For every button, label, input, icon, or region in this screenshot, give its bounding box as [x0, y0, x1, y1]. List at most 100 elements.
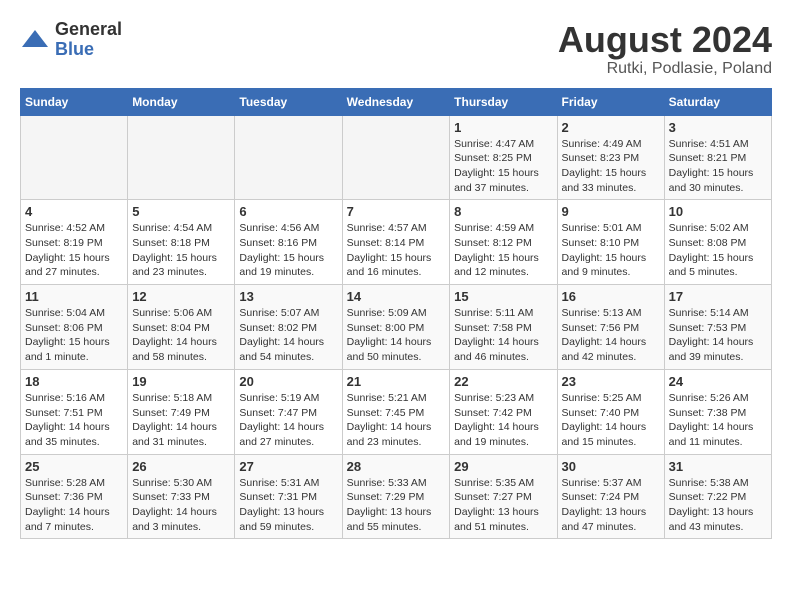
day-number: 22 [454, 374, 552, 389]
day-number: 5 [132, 204, 230, 219]
day-number: 1 [454, 120, 552, 135]
calendar-cell: 19 Sunrise: 5:18 AM Sunset: 7:49 PM Dayli… [128, 369, 235, 454]
day-info: Sunrise: 5:16 AM Sunset: 7:51 PM Dayligh… [25, 391, 123, 450]
logo: General Blue [20, 20, 122, 60]
day-number: 15 [454, 289, 552, 304]
day-number: 13 [239, 289, 337, 304]
calendar-header: SundayMondayTuesdayWednesdayThursdayFrid… [21, 88, 772, 115]
calendar-cell: 15 Sunrise: 5:11 AM Sunset: 7:58 PM Dayli… [450, 285, 557, 370]
main-title: August 2024 [558, 20, 772, 60]
day-number: 25 [25, 459, 123, 474]
logo-text: General Blue [55, 20, 122, 60]
calendar-cell [342, 115, 450, 200]
calendar-cell: 5 Sunrise: 4:54 AM Sunset: 8:18 PM Daylig… [128, 200, 235, 285]
subtitle: Rutki, Podlasie, Poland [558, 60, 772, 78]
day-number: 26 [132, 459, 230, 474]
day-number: 10 [669, 204, 767, 219]
weekday-header: Sunday [21, 88, 128, 115]
day-number: 23 [562, 374, 660, 389]
day-info: Sunrise: 4:51 AM Sunset: 8:21 PM Dayligh… [669, 137, 767, 196]
day-info: Sunrise: 5:30 AM Sunset: 7:33 PM Dayligh… [132, 476, 230, 535]
day-info: Sunrise: 5:33 AM Sunset: 7:29 PM Dayligh… [347, 476, 446, 535]
day-info: Sunrise: 4:54 AM Sunset: 8:18 PM Dayligh… [132, 221, 230, 280]
calendar-cell: 7 Sunrise: 4:57 AM Sunset: 8:14 PM Daylig… [342, 200, 450, 285]
day-number: 19 [132, 374, 230, 389]
calendar-cell: 2 Sunrise: 4:49 AM Sunset: 8:23 PM Daylig… [557, 115, 664, 200]
calendar-week-row: 1 Sunrise: 4:47 AM Sunset: 8:25 PM Daylig… [21, 115, 772, 200]
day-number: 31 [669, 459, 767, 474]
logo-general: General [55, 20, 122, 40]
weekday-header: Tuesday [235, 88, 342, 115]
calendar-cell: 8 Sunrise: 4:59 AM Sunset: 8:12 PM Daylig… [450, 200, 557, 285]
logo-icon [20, 25, 50, 55]
calendar-cell: 10 Sunrise: 5:02 AM Sunset: 8:08 PM Dayli… [664, 200, 771, 285]
day-info: Sunrise: 4:52 AM Sunset: 8:19 PM Dayligh… [25, 221, 123, 280]
day-info: Sunrise: 5:18 AM Sunset: 7:49 PM Dayligh… [132, 391, 230, 450]
calendar-table: SundayMondayTuesdayWednesdayThursdayFrid… [20, 88, 772, 540]
day-number: 9 [562, 204, 660, 219]
calendar-cell: 25Sunrise: 5:28 AM Sunset: 7:36 PM Dayli… [21, 454, 128, 539]
day-number: 8 [454, 204, 552, 219]
calendar-cell [21, 115, 128, 200]
calendar-week-row: 11Sunrise: 5:04 AM Sunset: 8:06 PM Dayli… [21, 285, 772, 370]
calendar-cell: 1 Sunrise: 4:47 AM Sunset: 8:25 PM Daylig… [450, 115, 557, 200]
calendar-cell: 23 Sunrise: 5:25 AM Sunset: 7:40 PM Dayli… [557, 369, 664, 454]
day-number: 6 [239, 204, 337, 219]
day-info: Sunrise: 5:11 AM Sunset: 7:58 PM Dayligh… [454, 306, 552, 365]
day-number: 7 [347, 204, 446, 219]
calendar-cell [128, 115, 235, 200]
weekday-header: Wednesday [342, 88, 450, 115]
calendar-body: 1 Sunrise: 4:47 AM Sunset: 8:25 PM Daylig… [21, 115, 772, 539]
day-info: Sunrise: 5:31 AM Sunset: 7:31 PM Dayligh… [239, 476, 337, 535]
day-info: Sunrise: 5:01 AM Sunset: 8:10 PM Dayligh… [562, 221, 660, 280]
calendar-cell: 17Sunrise: 5:14 AM Sunset: 7:53 PM Dayli… [664, 285, 771, 370]
day-number: 14 [347, 289, 446, 304]
title-block: August 2024 Rutki, Podlasie, Poland [558, 20, 772, 78]
day-number: 16 [562, 289, 660, 304]
day-info: Sunrise: 5:13 AM Sunset: 7:56 PM Dayligh… [562, 306, 660, 365]
day-number: 3 [669, 120, 767, 135]
page-header: General Blue August 2024 Rutki, Podlasie… [20, 20, 772, 78]
calendar-cell [235, 115, 342, 200]
day-info: Sunrise: 4:57 AM Sunset: 8:14 PM Dayligh… [347, 221, 446, 280]
calendar-cell: 30 Sunrise: 5:37 AM Sunset: 7:24 PM Dayli… [557, 454, 664, 539]
weekday-row: SundayMondayTuesdayWednesdayThursdayFrid… [21, 88, 772, 115]
day-info: Sunrise: 5:19 AM Sunset: 7:47 PM Dayligh… [239, 391, 337, 450]
calendar-cell: 24Sunrise: 5:26 AM Sunset: 7:38 PM Dayli… [664, 369, 771, 454]
calendar-cell: 29Sunrise: 5:35 AM Sunset: 7:27 PM Dayli… [450, 454, 557, 539]
calendar-cell: 13Sunrise: 5:07 AM Sunset: 8:02 PM Dayli… [235, 285, 342, 370]
day-number: 2 [562, 120, 660, 135]
calendar-week-row: 25Sunrise: 5:28 AM Sunset: 7:36 PM Dayli… [21, 454, 772, 539]
day-number: 24 [669, 374, 767, 389]
calendar-cell: 12Sunrise: 5:06 AM Sunset: 8:04 PM Dayli… [128, 285, 235, 370]
day-info: Sunrise: 4:49 AM Sunset: 8:23 PM Dayligh… [562, 137, 660, 196]
day-info: Sunrise: 5:38 AM Sunset: 7:22 PM Dayligh… [669, 476, 767, 535]
day-number: 17 [669, 289, 767, 304]
calendar-cell: 18Sunrise: 5:16 AM Sunset: 7:51 PM Dayli… [21, 369, 128, 454]
day-info: Sunrise: 5:37 AM Sunset: 7:24 PM Dayligh… [562, 476, 660, 535]
calendar-cell: 9 Sunrise: 5:01 AM Sunset: 8:10 PM Daylig… [557, 200, 664, 285]
logo-blue: Blue [55, 40, 122, 60]
day-number: 11 [25, 289, 123, 304]
calendar-cell: 3 Sunrise: 4:51 AM Sunset: 8:21 PM Daylig… [664, 115, 771, 200]
day-info: Sunrise: 4:59 AM Sunset: 8:12 PM Dayligh… [454, 221, 552, 280]
calendar-cell: 21Sunrise: 5:21 AM Sunset: 7:45 PM Dayli… [342, 369, 450, 454]
day-number: 4 [25, 204, 123, 219]
calendar-cell: 26 Sunrise: 5:30 AM Sunset: 7:33 PM Dayli… [128, 454, 235, 539]
day-info: Sunrise: 5:23 AM Sunset: 7:42 PM Dayligh… [454, 391, 552, 450]
day-number: 27 [239, 459, 337, 474]
day-info: Sunrise: 5:02 AM Sunset: 8:08 PM Dayligh… [669, 221, 767, 280]
day-number: 28 [347, 459, 446, 474]
day-number: 12 [132, 289, 230, 304]
calendar-cell: 14Sunrise: 5:09 AM Sunset: 8:00 PM Dayli… [342, 285, 450, 370]
weekday-header: Saturday [664, 88, 771, 115]
calendar-cell: 16 Sunrise: 5:13 AM Sunset: 7:56 PM Dayli… [557, 285, 664, 370]
calendar-week-row: 4 Sunrise: 4:52 AM Sunset: 8:19 PM Daylig… [21, 200, 772, 285]
day-info: Sunrise: 5:25 AM Sunset: 7:40 PM Dayligh… [562, 391, 660, 450]
calendar-cell: 31 Sunrise: 5:38 AM Sunset: 7:22 PM Dayli… [664, 454, 771, 539]
day-info: Sunrise: 5:21 AM Sunset: 7:45 PM Dayligh… [347, 391, 446, 450]
calendar-cell: 20Sunrise: 5:19 AM Sunset: 7:47 PM Dayli… [235, 369, 342, 454]
day-info: Sunrise: 4:47 AM Sunset: 8:25 PM Dayligh… [454, 137, 552, 196]
day-number: 30 [562, 459, 660, 474]
calendar-cell: 28 Sunrise: 5:33 AM Sunset: 7:29 PM Dayli… [342, 454, 450, 539]
